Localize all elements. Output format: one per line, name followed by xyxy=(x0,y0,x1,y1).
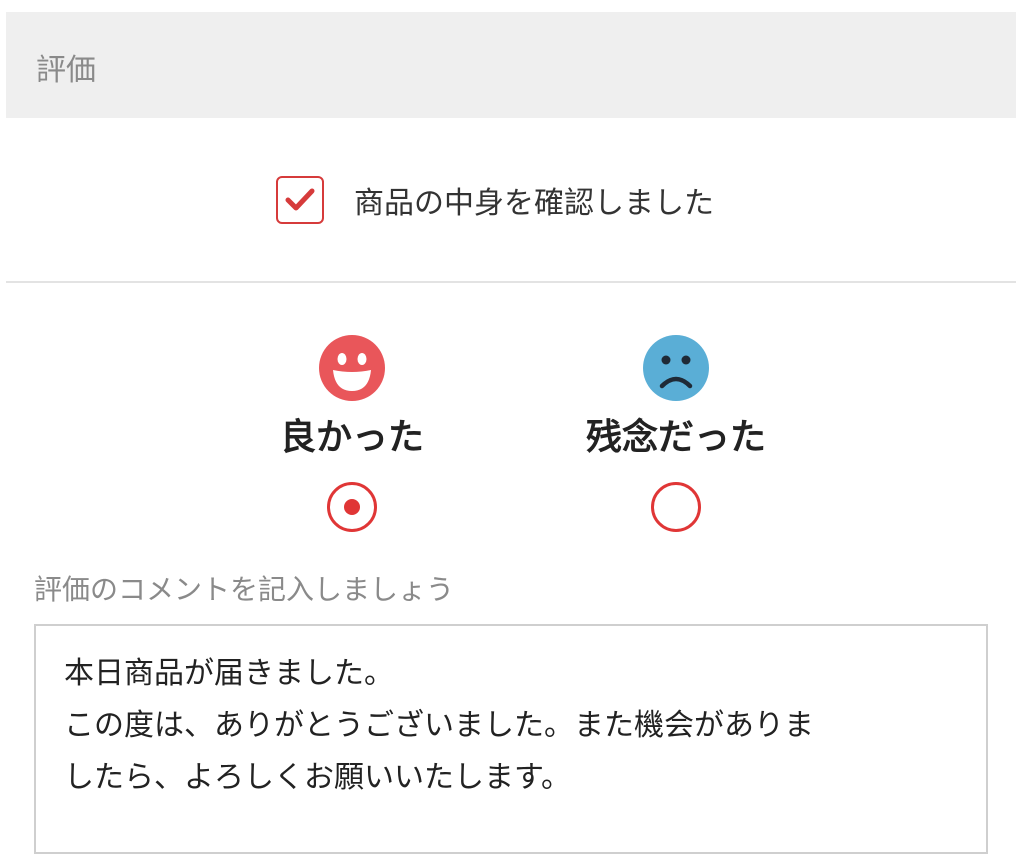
checkmark-icon xyxy=(285,188,315,211)
confirm-contents-checkbox-row[interactable]: 商品の中身を確認しました xyxy=(276,172,714,228)
divider xyxy=(6,281,1016,283)
rating-label-good: 良かった xyxy=(279,417,424,458)
section-header: 評価 xyxy=(6,12,1016,118)
rating-option-bad[interactable]: 残念だった xyxy=(546,334,806,532)
sad-face-icon xyxy=(643,335,709,401)
comment-prompt: 評価のコメントを記入しましょう xyxy=(34,573,455,606)
radio-selected-dot xyxy=(344,498,360,515)
rating-radio-bad[interactable] xyxy=(651,481,701,532)
smiling-face-icon xyxy=(319,335,385,401)
comment-textarea[interactable]: 本日商品が届きました。 この度は、ありがとうございました。また機会がありま した… xyxy=(34,624,988,854)
rating-label-bad: 残念だった xyxy=(585,417,766,458)
rating-option-good[interactable]: 良かった xyxy=(222,334,482,532)
confirm-checkbox[interactable] xyxy=(276,176,324,224)
rating-radio-good[interactable] xyxy=(327,481,377,532)
confirm-checkbox-label: 商品の中身を確認しました xyxy=(354,186,714,221)
section-title: 評価 xyxy=(36,53,96,88)
